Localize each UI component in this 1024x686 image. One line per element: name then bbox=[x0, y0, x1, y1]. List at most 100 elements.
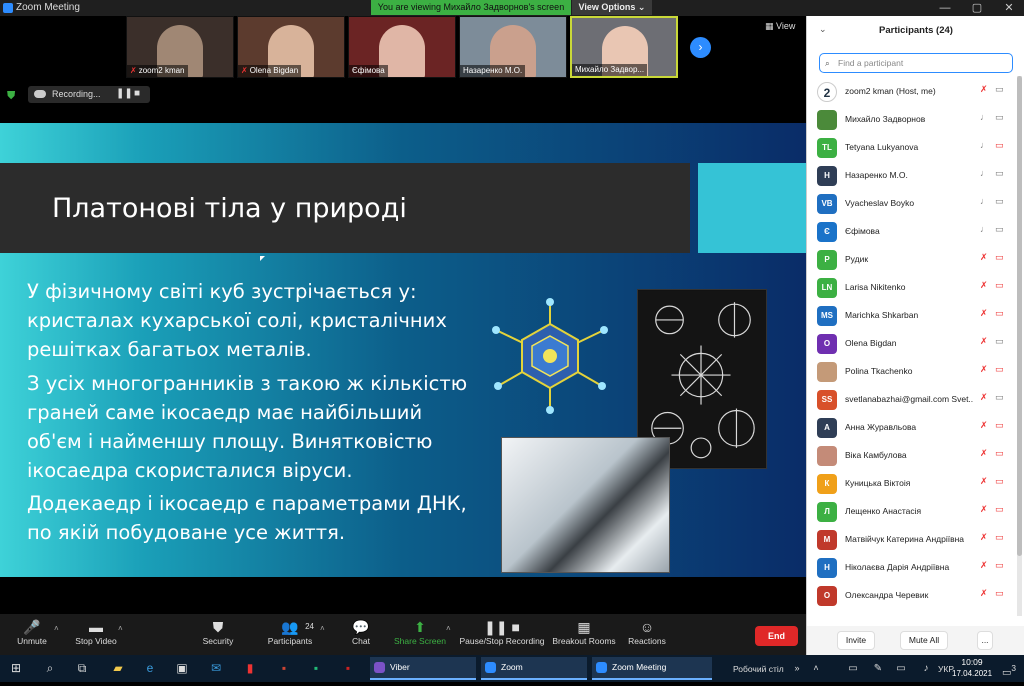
mic-muted-icon[interactable]: ✗ bbox=[980, 448, 988, 459]
mic-muted-icon[interactable]: ✗ bbox=[980, 504, 988, 515]
close-button[interactable]: ✕ bbox=[994, 0, 1024, 16]
participants-button[interactable]: 👥 Participants 24 bbox=[262, 614, 318, 655]
unmute-button[interactable]: 🎤 Unmute bbox=[4, 614, 60, 655]
share-screen-options-caret[interactable]: ˄ bbox=[446, 624, 451, 633]
participant-row[interactable]: 2 zoom2 kman (Host, me) ✗ ▭ bbox=[807, 78, 1017, 106]
volume-icon[interactable]: ♪ bbox=[918, 655, 934, 682]
participant-row[interactable]: Віка Камбулова ✗ ▭ bbox=[807, 442, 1017, 470]
participant-row[interactable]: Р Рудик ✗ ▭ bbox=[807, 246, 1017, 274]
video-thumbnail[interactable]: Назаренко М.О. bbox=[459, 16, 567, 78]
clock-time[interactable]: 10:09 bbox=[952, 657, 992, 667]
camera-off-icon[interactable]: ▭ bbox=[995, 280, 1004, 291]
participant-row[interactable]: А Анна Журавльова ✗ ▭ bbox=[807, 414, 1017, 442]
unmute-options-caret[interactable]: ˄ bbox=[54, 624, 59, 633]
mic-muted-icon[interactable]: ✗ bbox=[980, 308, 988, 319]
participant-row[interactable]: Polina Tkachenko ✗ ▭ bbox=[807, 358, 1017, 386]
network-icon[interactable]: ▭ bbox=[893, 655, 909, 682]
camera-off-icon[interactable]: ▭ bbox=[995, 504, 1004, 515]
edge-browser-icon[interactable]: e bbox=[140, 655, 160, 682]
scrollbar-thumb[interactable] bbox=[1017, 76, 1022, 556]
taskbar-app[interactable]: Zoom Meeting bbox=[592, 657, 712, 680]
mic-muted-icon[interactable]: ✗ bbox=[980, 532, 988, 543]
camera-off-icon[interactable]: ▭ bbox=[995, 588, 1004, 599]
store-icon[interactable]: ▣ bbox=[172, 655, 192, 682]
app-green-icon[interactable]: ▪ bbox=[306, 655, 326, 682]
video-thumbnail[interactable]: Михайло Задвор... bbox=[570, 16, 678, 78]
participant-row[interactable]: О Олександра Черевик ✗ ▭ bbox=[807, 582, 1017, 610]
camera-icon[interactable]: ▭ bbox=[995, 168, 1004, 179]
participant-row[interactable]: Н Ніколаєва Дарія Андріївна ✗ ▭ bbox=[807, 554, 1017, 582]
video-thumbnail[interactable]: ✗ Olena Bigdan bbox=[237, 16, 345, 78]
view-button[interactable]: ▦ View bbox=[765, 21, 795, 32]
notifications-icon[interactable]: ▭3 bbox=[998, 655, 1020, 682]
stop-recording-icon[interactable]: ■ bbox=[134, 88, 140, 99]
mail-icon[interactable]: ✉ bbox=[206, 655, 226, 682]
mic-icon[interactable]: ♩ bbox=[980, 168, 989, 178]
taskbar-app[interactable]: Viber bbox=[370, 657, 476, 680]
tray-up-icon[interactable]: ˄ bbox=[808, 655, 824, 682]
participants-scrollbar[interactable] bbox=[1017, 76, 1022, 616]
taskbar-app[interactable]: Zoom bbox=[481, 657, 587, 680]
mic-muted-icon[interactable]: ✗ bbox=[980, 392, 988, 403]
breakout-rooms-button[interactable]: ▦ Breakout Rooms bbox=[552, 614, 616, 655]
participant-row[interactable]: Л Лещенко Анастасія ✗ ▭ bbox=[807, 498, 1017, 526]
desktop-toolbar-label[interactable]: Робочий стіл bbox=[733, 664, 784, 674]
mic-muted-icon[interactable]: ✗ bbox=[980, 252, 988, 263]
participant-row[interactable]: М Матвійчук Катерина Андріївна ✗ ▭ bbox=[807, 526, 1017, 554]
end-meeting-button[interactable]: End bbox=[755, 626, 798, 646]
share-screen-button[interactable]: ⬆ Share Screen bbox=[388, 614, 452, 655]
camera-icon[interactable]: ▭ bbox=[995, 336, 1004, 347]
camera-off-icon[interactable]: ▭ bbox=[995, 476, 1004, 487]
app-pdf-icon[interactable]: ▪ bbox=[338, 655, 358, 682]
camera-off-icon[interactable]: ▭ bbox=[995, 560, 1004, 571]
camera-icon[interactable]: ▭ bbox=[995, 392, 1004, 403]
mic-muted-icon[interactable]: ✗ bbox=[980, 476, 988, 487]
pause-stop-recording-button[interactable]: ❚❚ ■ Pause/Stop Recording bbox=[452, 614, 552, 655]
search-icon[interactable]: ⌕ bbox=[40, 655, 60, 682]
file-explorer-icon[interactable]: ▰ bbox=[108, 655, 128, 682]
participants-options-caret[interactable]: ˄ bbox=[320, 624, 325, 633]
mic-muted-icon[interactable]: ✗ bbox=[980, 420, 988, 431]
participant-row[interactable]: Михайло Задворнов ♩ ▭ bbox=[807, 106, 1017, 134]
video-thumbnail[interactable]: ✗ zoom2 kman bbox=[126, 16, 234, 78]
participant-row[interactable]: VB Vyacheslav Boyko ♩ ▭ bbox=[807, 190, 1017, 218]
windows-start-icon[interactable]: ⊞ bbox=[6, 655, 26, 682]
participant-row[interactable]: TL Tetyana Lukyanova ♩ ▭ bbox=[807, 134, 1017, 162]
mic-muted-icon[interactable]: ✗ bbox=[980, 336, 988, 347]
app-red-icon[interactable]: ▮ bbox=[240, 655, 260, 682]
more-options-button[interactable]: ... bbox=[977, 631, 993, 650]
mic-icon[interactable]: ♩ bbox=[980, 112, 989, 122]
view-options-button[interactable]: View Options ⌄ bbox=[572, 0, 652, 15]
app-disk-icon[interactable]: ▪ bbox=[274, 655, 294, 682]
participant-row[interactable]: MS Marichka Shkarban ✗ ▭ bbox=[807, 302, 1017, 330]
pause-recording-icon[interactable]: ❚❚ bbox=[116, 88, 133, 99]
participant-row[interactable]: К Куницька Віктоія ✗ ▭ bbox=[807, 470, 1017, 498]
clock-date[interactable]: 17.04.2021 bbox=[952, 669, 992, 678]
minimize-button[interactable]: — bbox=[930, 0, 960, 16]
camera-off-icon[interactable]: ▭ bbox=[995, 140, 1004, 151]
next-page-icon[interactable]: › bbox=[690, 37, 711, 58]
stop-video-button[interactable]: ▬ Stop Video bbox=[68, 614, 124, 655]
camera-icon[interactable]: ▭ bbox=[995, 84, 1004, 95]
desktop-chevron-icon[interactable]: » bbox=[790, 655, 804, 682]
security-button[interactable]: ⛊ Security bbox=[196, 614, 240, 655]
camera-off-icon[interactable]: ▭ bbox=[995, 308, 1004, 319]
camera-icon[interactable]: ▭ bbox=[995, 224, 1004, 235]
chat-button[interactable]: 💬 Chat bbox=[340, 614, 382, 655]
task-view-icon[interactable]: ⧉ bbox=[72, 655, 92, 682]
video-thumbnail[interactable]: Єфімова bbox=[348, 16, 456, 78]
mic-icon[interactable]: ♩ bbox=[980, 140, 989, 150]
mic-muted-icon[interactable]: ✗ bbox=[980, 560, 988, 571]
mic-muted-icon[interactable]: ✗ bbox=[980, 364, 988, 375]
camera-icon[interactable]: ▭ bbox=[995, 112, 1004, 123]
participant-row[interactable]: Н Назаренко М.О. ♩ ▭ bbox=[807, 162, 1017, 190]
reactions-button[interactable]: ☺ Reactions bbox=[622, 614, 672, 655]
camera-off-icon[interactable]: ▭ bbox=[995, 420, 1004, 431]
pen-icon[interactable]: ✎ bbox=[870, 655, 886, 682]
mute-all-button[interactable]: Mute All bbox=[900, 631, 948, 650]
camera-off-icon[interactable]: ▭ bbox=[995, 364, 1004, 375]
invite-button[interactable]: Invite bbox=[837, 631, 875, 650]
mic-muted-icon[interactable]: ✗ bbox=[980, 588, 988, 599]
camera-off-icon[interactable]: ▭ bbox=[995, 532, 1004, 543]
mic-muted-icon[interactable]: ✗ bbox=[980, 280, 988, 291]
